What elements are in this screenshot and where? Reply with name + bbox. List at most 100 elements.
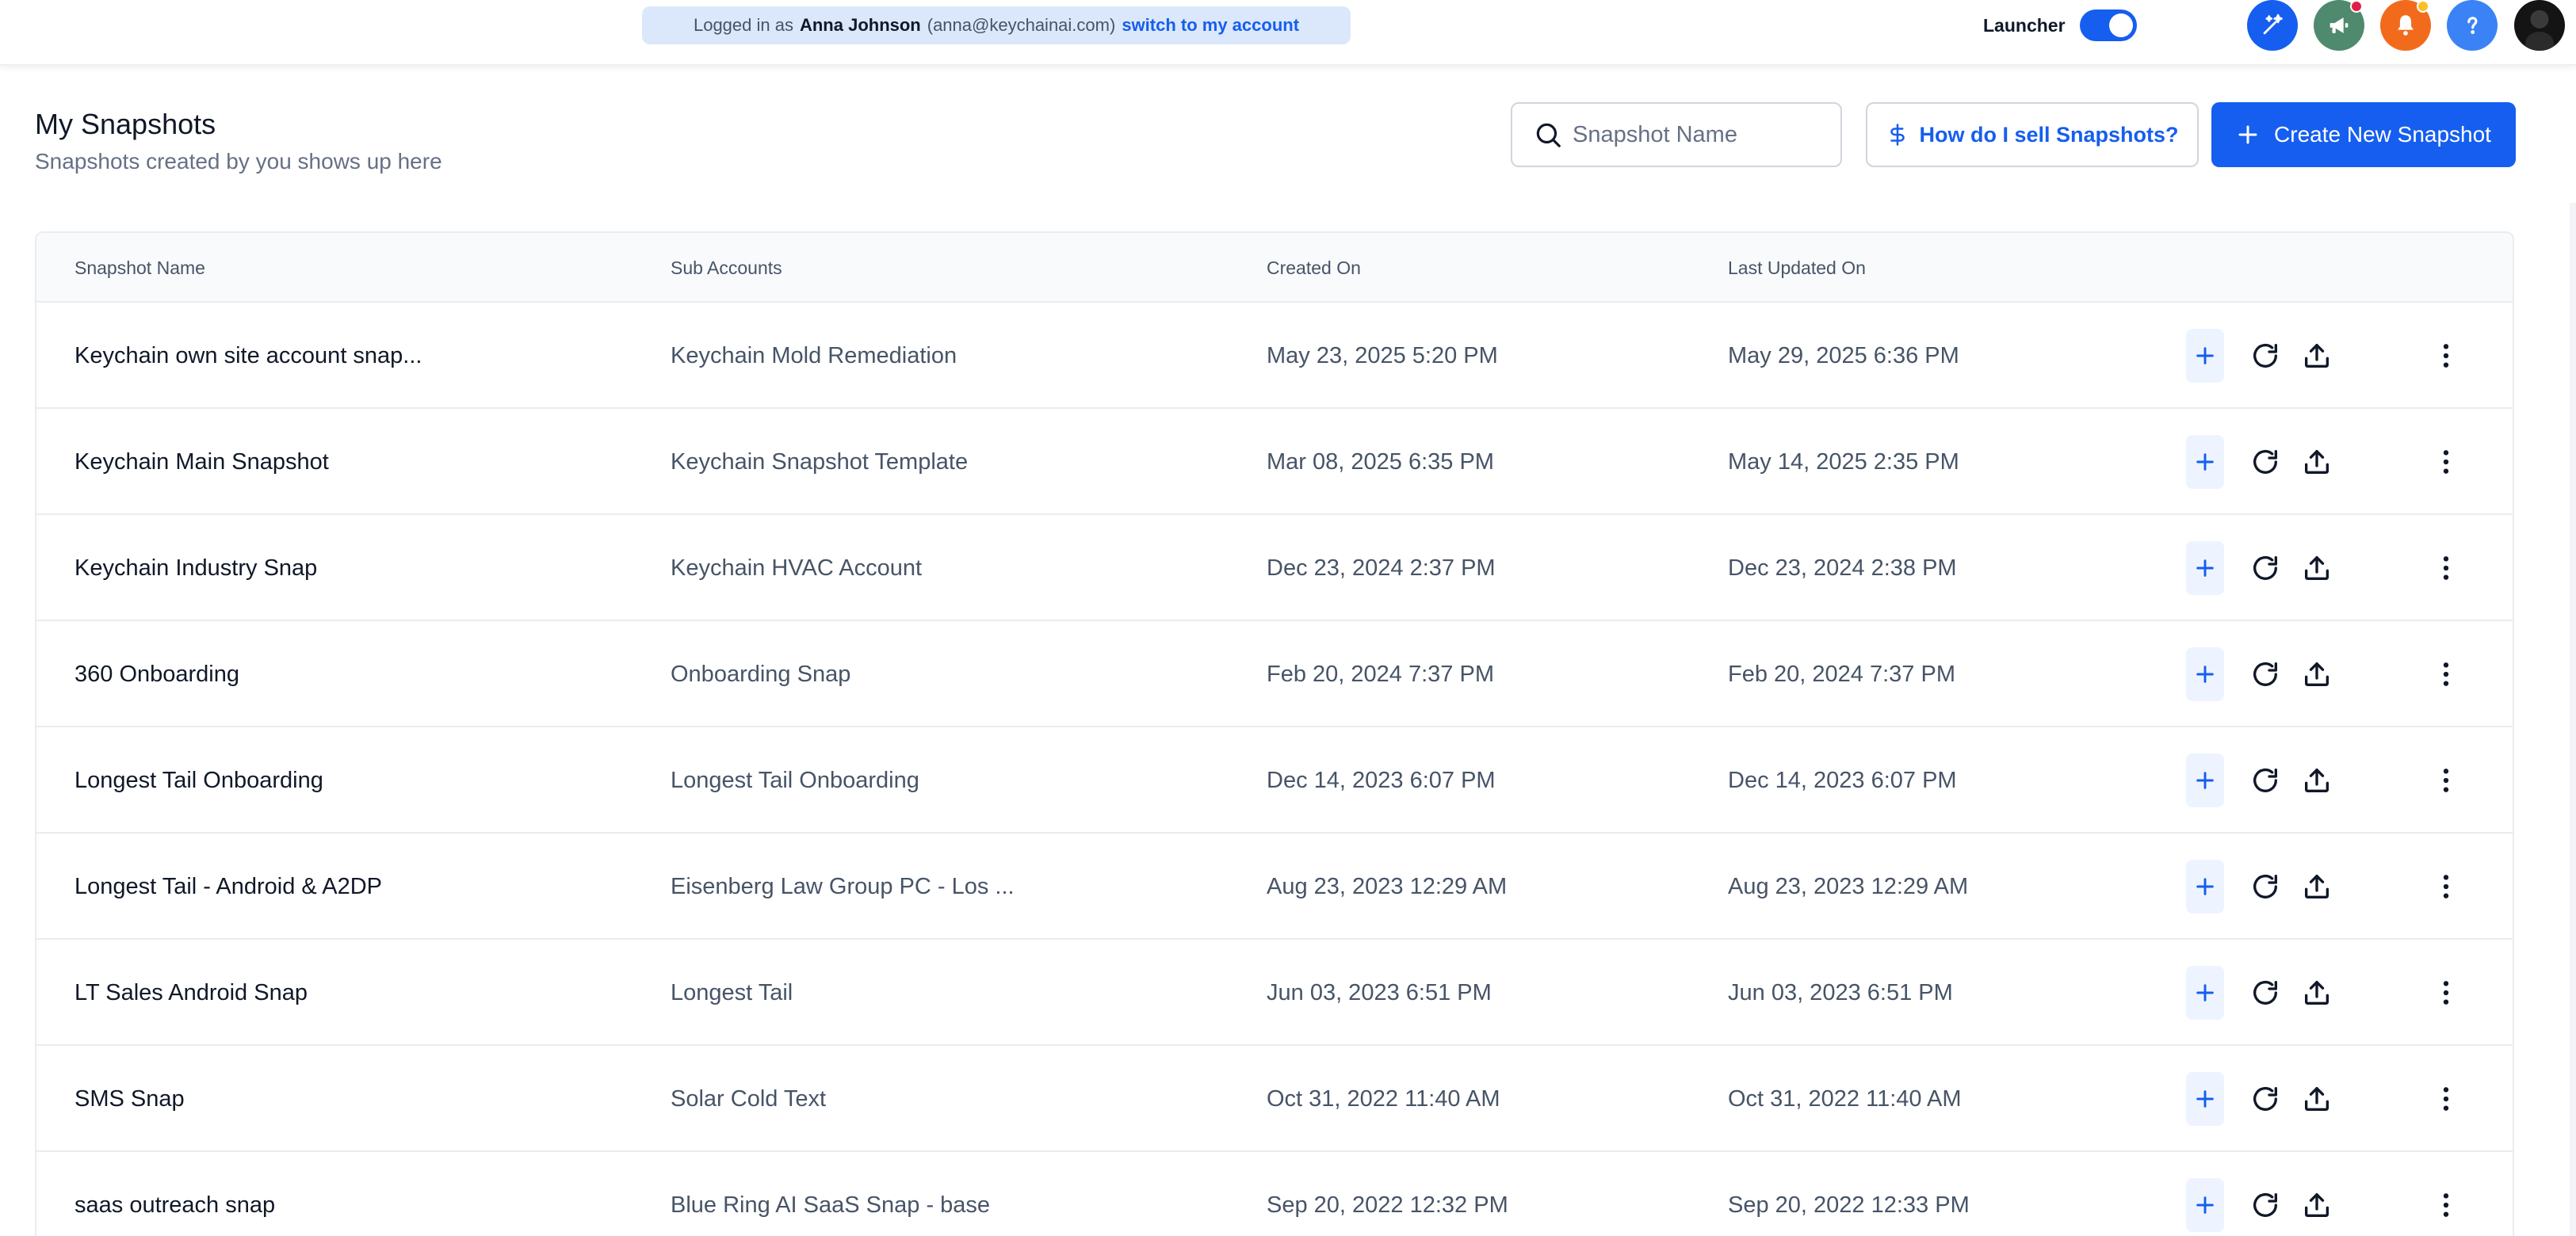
share-snapshot-button[interactable]: [2301, 765, 2333, 796]
more-actions-button[interactable]: [2430, 1189, 2462, 1221]
impersonated-user-name: Anna Johnson: [799, 15, 921, 35]
created-on: Aug 23, 2023 12:29 AM: [1267, 874, 1508, 899]
refresh-snapshot-button[interactable]: [2249, 1083, 2281, 1115]
plus-icon: [2196, 878, 2214, 895]
more-actions-button[interactable]: [2430, 765, 2462, 796]
share-snapshot-button[interactable]: [2301, 552, 2333, 584]
more-vertical-icon: [2443, 769, 2449, 792]
last-updated-on: Sep 20, 2022 12:33 PM: [1728, 1192, 1970, 1218]
add-to-account-button[interactable]: [2186, 329, 2224, 383]
add-to-account-button[interactable]: [2186, 647, 2224, 701]
table-row[interactable]: Keychain Industry Snap Keychain HVAC Acco…: [36, 515, 2513, 621]
share-snapshot-button[interactable]: [2301, 1083, 2333, 1115]
upload-icon: [2305, 981, 2329, 1005]
sub-account: Longest Tail Onboarding: [671, 768, 919, 793]
ai-assistant-button[interactable]: [2247, 0, 2298, 51]
created-on: Dec 23, 2024 2:37 PM: [1267, 555, 1496, 581]
refresh-snapshot-button[interactable]: [2249, 1189, 2281, 1221]
last-updated-on: Dec 23, 2024 2:38 PM: [1728, 555, 1957, 581]
add-to-account-button[interactable]: [2186, 966, 2224, 1020]
more-actions-button[interactable]: [2430, 658, 2462, 690]
share-snapshot-button[interactable]: [2301, 1189, 2333, 1221]
page-subtitle: Snapshots created by you shows up here: [35, 149, 442, 174]
refresh-snapshot-button[interactable]: [2249, 552, 2281, 584]
upload-icon: [2305, 450, 2329, 474]
snapshot-name[interactable]: SMS Snap: [75, 1046, 185, 1152]
column-header-created[interactable]: Created On: [1267, 233, 1361, 303]
sub-account: Eisenberg Law Group PC - Los ...: [671, 874, 1015, 899]
refresh-icon: [2253, 874, 2277, 898]
snapshot-name[interactable]: Keychain Main Snapshot: [75, 409, 329, 515]
table-row[interactable]: Longest Tail Onboarding Longest Tail Onbo…: [36, 727, 2513, 834]
share-snapshot-button[interactable]: [2301, 340, 2333, 372]
sub-account: Keychain HVAC Account: [671, 555, 923, 581]
refresh-snapshot-button[interactable]: [2249, 765, 2281, 796]
created-on: May 23, 2025 5:20 PM: [1267, 343, 1498, 368]
refresh-icon: [2253, 555, 2277, 580]
more-vertical-icon: [2443, 1193, 2449, 1217]
last-updated-on: Dec 14, 2023 6:07 PM: [1728, 768, 1957, 793]
add-to-account-button[interactable]: [2186, 435, 2224, 489]
add-to-account-button[interactable]: [2186, 1072, 2224, 1126]
add-to-account-button[interactable]: [2186, 860, 2224, 914]
switch-account-link[interactable]: switch to my account: [1122, 15, 1299, 36]
more-actions-button[interactable]: [2430, 446, 2462, 478]
help-icon: [2467, 17, 2478, 34]
column-header-sub-accounts[interactable]: Sub Accounts: [671, 233, 782, 303]
snapshot-name[interactable]: 360 Onboarding: [75, 621, 239, 727]
created-on: Dec 14, 2023 6:07 PM: [1267, 768, 1496, 793]
refresh-snapshot-button[interactable]: [2249, 658, 2281, 690]
more-actions-button[interactable]: [2430, 552, 2462, 584]
create-snapshot-button[interactable]: Create New Snapshot: [2211, 102, 2516, 167]
search-input[interactable]: [1573, 121, 1826, 148]
table-row[interactable]: LT Sales Android Snap Longest Tail Jun 03,…: [36, 940, 2513, 1046]
table-row[interactable]: saas outreach snap Blue Ring AI SaaS Snap…: [36, 1152, 2513, 1236]
how-to-sell-button[interactable]: How do I sell Snapshots?: [1866, 102, 2199, 167]
refresh-icon: [2253, 768, 2277, 792]
more-actions-button[interactable]: [2430, 871, 2462, 902]
created-on: Jun 03, 2023 6:51 PM: [1267, 980, 1492, 1005]
refresh-snapshot-button[interactable]: [2249, 871, 2281, 902]
column-header-updated[interactable]: Last Updated On: [1728, 233, 1866, 303]
refresh-snapshot-button[interactable]: [2249, 977, 2281, 1009]
snapshot-name[interactable]: Keychain Industry Snap: [75, 515, 317, 621]
refresh-snapshot-button[interactable]: [2249, 446, 2281, 478]
refresh-snapshot-button[interactable]: [2249, 340, 2281, 372]
refresh-icon: [2253, 449, 2277, 474]
user-avatar[interactable]: [2514, 0, 2565, 51]
notifications-button[interactable]: [2380, 0, 2431, 51]
share-snapshot-button[interactable]: [2301, 977, 2333, 1009]
more-actions-button[interactable]: [2430, 1083, 2462, 1115]
more-actions-button[interactable]: [2430, 340, 2462, 372]
snapshot-search[interactable]: [1511, 102, 1842, 167]
add-to-account-button[interactable]: [2186, 541, 2224, 595]
snapshot-name[interactable]: Longest Tail Onboarding: [75, 727, 323, 834]
add-to-account-button[interactable]: [2186, 1178, 2224, 1232]
plus-icon: [2196, 772, 2214, 789]
upload-icon: [2305, 556, 2329, 580]
plus-icon: [2196, 453, 2214, 471]
announcements-button[interactable]: [2314, 0, 2364, 51]
table-row[interactable]: 360 Onboarding Onboarding Snap Feb 20, 202…: [36, 621, 2513, 727]
launcher-label: Launcher: [1983, 14, 2066, 36]
snapshot-name[interactable]: LT Sales Android Snap: [75, 940, 308, 1046]
share-snapshot-button[interactable]: [2301, 658, 2333, 690]
sub-account: Longest Tail: [671, 980, 793, 1005]
plus-icon: [2238, 125, 2257, 144]
page-scrollbar[interactable]: [2570, 203, 2576, 1236]
bell-icon: [2398, 15, 2414, 36]
add-to-account-button[interactable]: [2186, 753, 2224, 807]
help-button[interactable]: [2447, 0, 2498, 51]
snapshot-name[interactable]: Keychain own site account snap...: [75, 303, 422, 409]
snapshot-name[interactable]: Longest Tail - Android & A2DP: [75, 834, 382, 940]
table-row[interactable]: Longest Tail - Android & A2DP Eisenberg L…: [36, 834, 2513, 940]
table-row[interactable]: SMS Snap Solar Cold Text Oct 31, 2022 11:4…: [36, 1046, 2513, 1152]
more-actions-button[interactable]: [2430, 977, 2462, 1009]
table-row[interactable]: Keychain Main Snapshot Keychain Snapshot …: [36, 409, 2513, 515]
launcher-toggle[interactable]: [2079, 10, 2137, 41]
snapshot-name[interactable]: saas outreach snap: [75, 1152, 275, 1236]
table-row[interactable]: Keychain own site account snap... Keychai…: [36, 303, 2513, 409]
share-snapshot-button[interactable]: [2301, 446, 2333, 478]
share-snapshot-button[interactable]: [2301, 871, 2333, 902]
column-header-name[interactable]: Snapshot Name: [75, 233, 205, 303]
